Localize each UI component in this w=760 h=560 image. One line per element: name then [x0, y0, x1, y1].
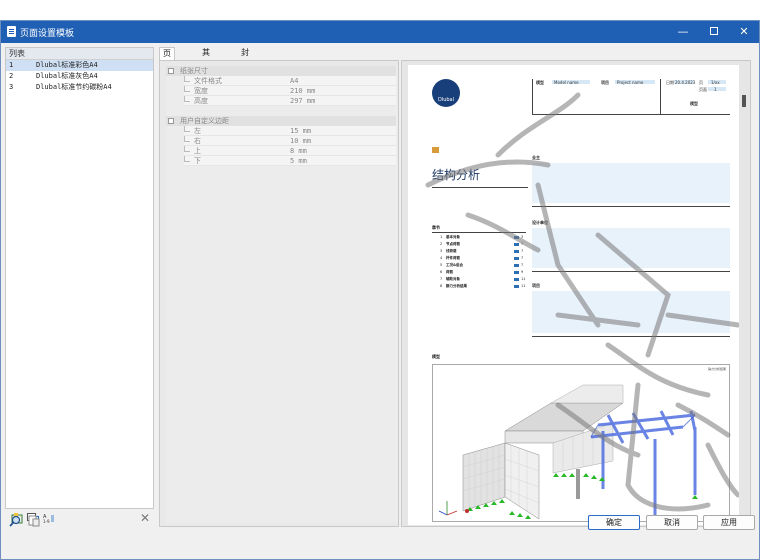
watermark-graphic	[425, 92, 739, 512]
tab-other-settings[interactable]: 其他设置	[199, 47, 213, 93]
template-list: 列表 1 Dlubal标准彩色A4 2 Dlubal标准灰色A4 3 Dluba…	[5, 47, 154, 509]
list-item-number: 3	[9, 83, 14, 91]
search-icon[interactable]	[9, 515, 21, 527]
property-label: 左	[194, 127, 201, 135]
property-value[interactable]: 5 mm	[290, 156, 307, 166]
collapse-toggle-icon[interactable]	[168, 118, 174, 124]
document-settings-icon[interactable]	[28, 515, 40, 527]
property-grid: 纸张尺寸 文件格式 A4 宽度 210 mm 高度 297 mm 用户自定义边距	[166, 66, 398, 523]
group-user-margins[interactable]: 用户自定义边距	[166, 116, 396, 126]
minimize-button[interactable]: —	[668, 21, 698, 43]
tab-cover-settings[interactable]: 封面设置	[238, 47, 252, 93]
list-item-number: 2	[9, 72, 14, 80]
property-value[interactable]: 210 mm	[290, 86, 315, 96]
list-item-name: Dlubal标准节约碳粉A4	[36, 83, 112, 91]
maximize-button[interactable]	[699, 21, 729, 43]
tab-page-setup[interactable]: 页面设置	[159, 47, 175, 94]
list-item[interactable]: 3 Dlubal标准节约碳粉A4	[6, 82, 153, 93]
window-title: 页面设置模板	[20, 29, 75, 39]
group-label: 纸张尺寸	[180, 67, 208, 75]
maximize-icon	[710, 27, 718, 35]
property-row[interactable]: 右 10 mm	[184, 136, 396, 146]
title-bar: 页面设置模板 — ✕	[1, 21, 759, 43]
list-item-name: Dlubal标准灰色A4	[36, 72, 98, 80]
apply-button[interactable]: 应用	[703, 515, 755, 530]
property-label: 右	[194, 137, 201, 145]
list-item-number: 1	[9, 61, 14, 69]
property-row[interactable]: 高度 297 mm	[184, 96, 396, 106]
close-button[interactable]: ✕	[729, 21, 759, 43]
list-item-name: Dlubal标准彩色A4	[36, 61, 98, 69]
property-row[interactable]: 宽度 210 mm	[184, 86, 396, 96]
list-item[interactable]: 2 Dlubal标准灰色A4	[6, 71, 153, 82]
group-paper-size[interactable]: 纸张尺寸	[166, 66, 396, 76]
property-row[interactable]: 左 15 mm	[184, 126, 396, 136]
property-value[interactable]: 8 mm	[290, 146, 307, 156]
property-label: 宽度	[194, 87, 208, 95]
property-label: 上	[194, 147, 201, 155]
document-icon	[7, 26, 16, 37]
list-item[interactable]: 1 Dlubal标准彩色A4	[6, 60, 153, 71]
settings-panel: 纸张尺寸 文件格式 A4 宽度 210 mm 高度 297 mm 用户自定义边距	[159, 60, 399, 527]
preview-page: Dlubal 模型 Model name 项目 Project name 日期 …	[408, 65, 739, 525]
collapse-toggle-icon[interactable]	[168, 68, 174, 74]
property-label: 文件格式	[194, 77, 222, 85]
property-value[interactable]: 15 mm	[290, 126, 311, 136]
property-row[interactable]: 下 5 mm	[184, 156, 396, 166]
property-value[interactable]: 10 mm	[290, 136, 311, 146]
property-row[interactable]: 上 8 mm	[184, 146, 396, 156]
cancel-button[interactable]: 取消	[646, 515, 698, 530]
property-label: 下	[194, 157, 201, 165]
property-label: 高度	[194, 97, 208, 105]
property-row[interactable]: 文件格式 A4	[184, 76, 396, 86]
group-label: 用户自定义边距	[180, 117, 229, 125]
dialog-footer: 确定 取消 应用	[1, 510, 759, 560]
ok-button[interactable]: 确定	[588, 515, 640, 530]
preview-scrollbar[interactable]	[742, 95, 746, 107]
page-setup-dialog: 页面设置模板 — ✕ 列表 1 Dlubal标准彩色A4 2 Dlubal标准灰…	[0, 20, 760, 560]
property-value[interactable]: 297 mm	[290, 96, 315, 106]
list-header: 列表	[6, 48, 153, 60]
property-value[interactable]: A4	[290, 76, 298, 86]
page-preview[interactable]: Dlubal 模型 Model name 项目 Project name 日期 …	[401, 60, 751, 527]
